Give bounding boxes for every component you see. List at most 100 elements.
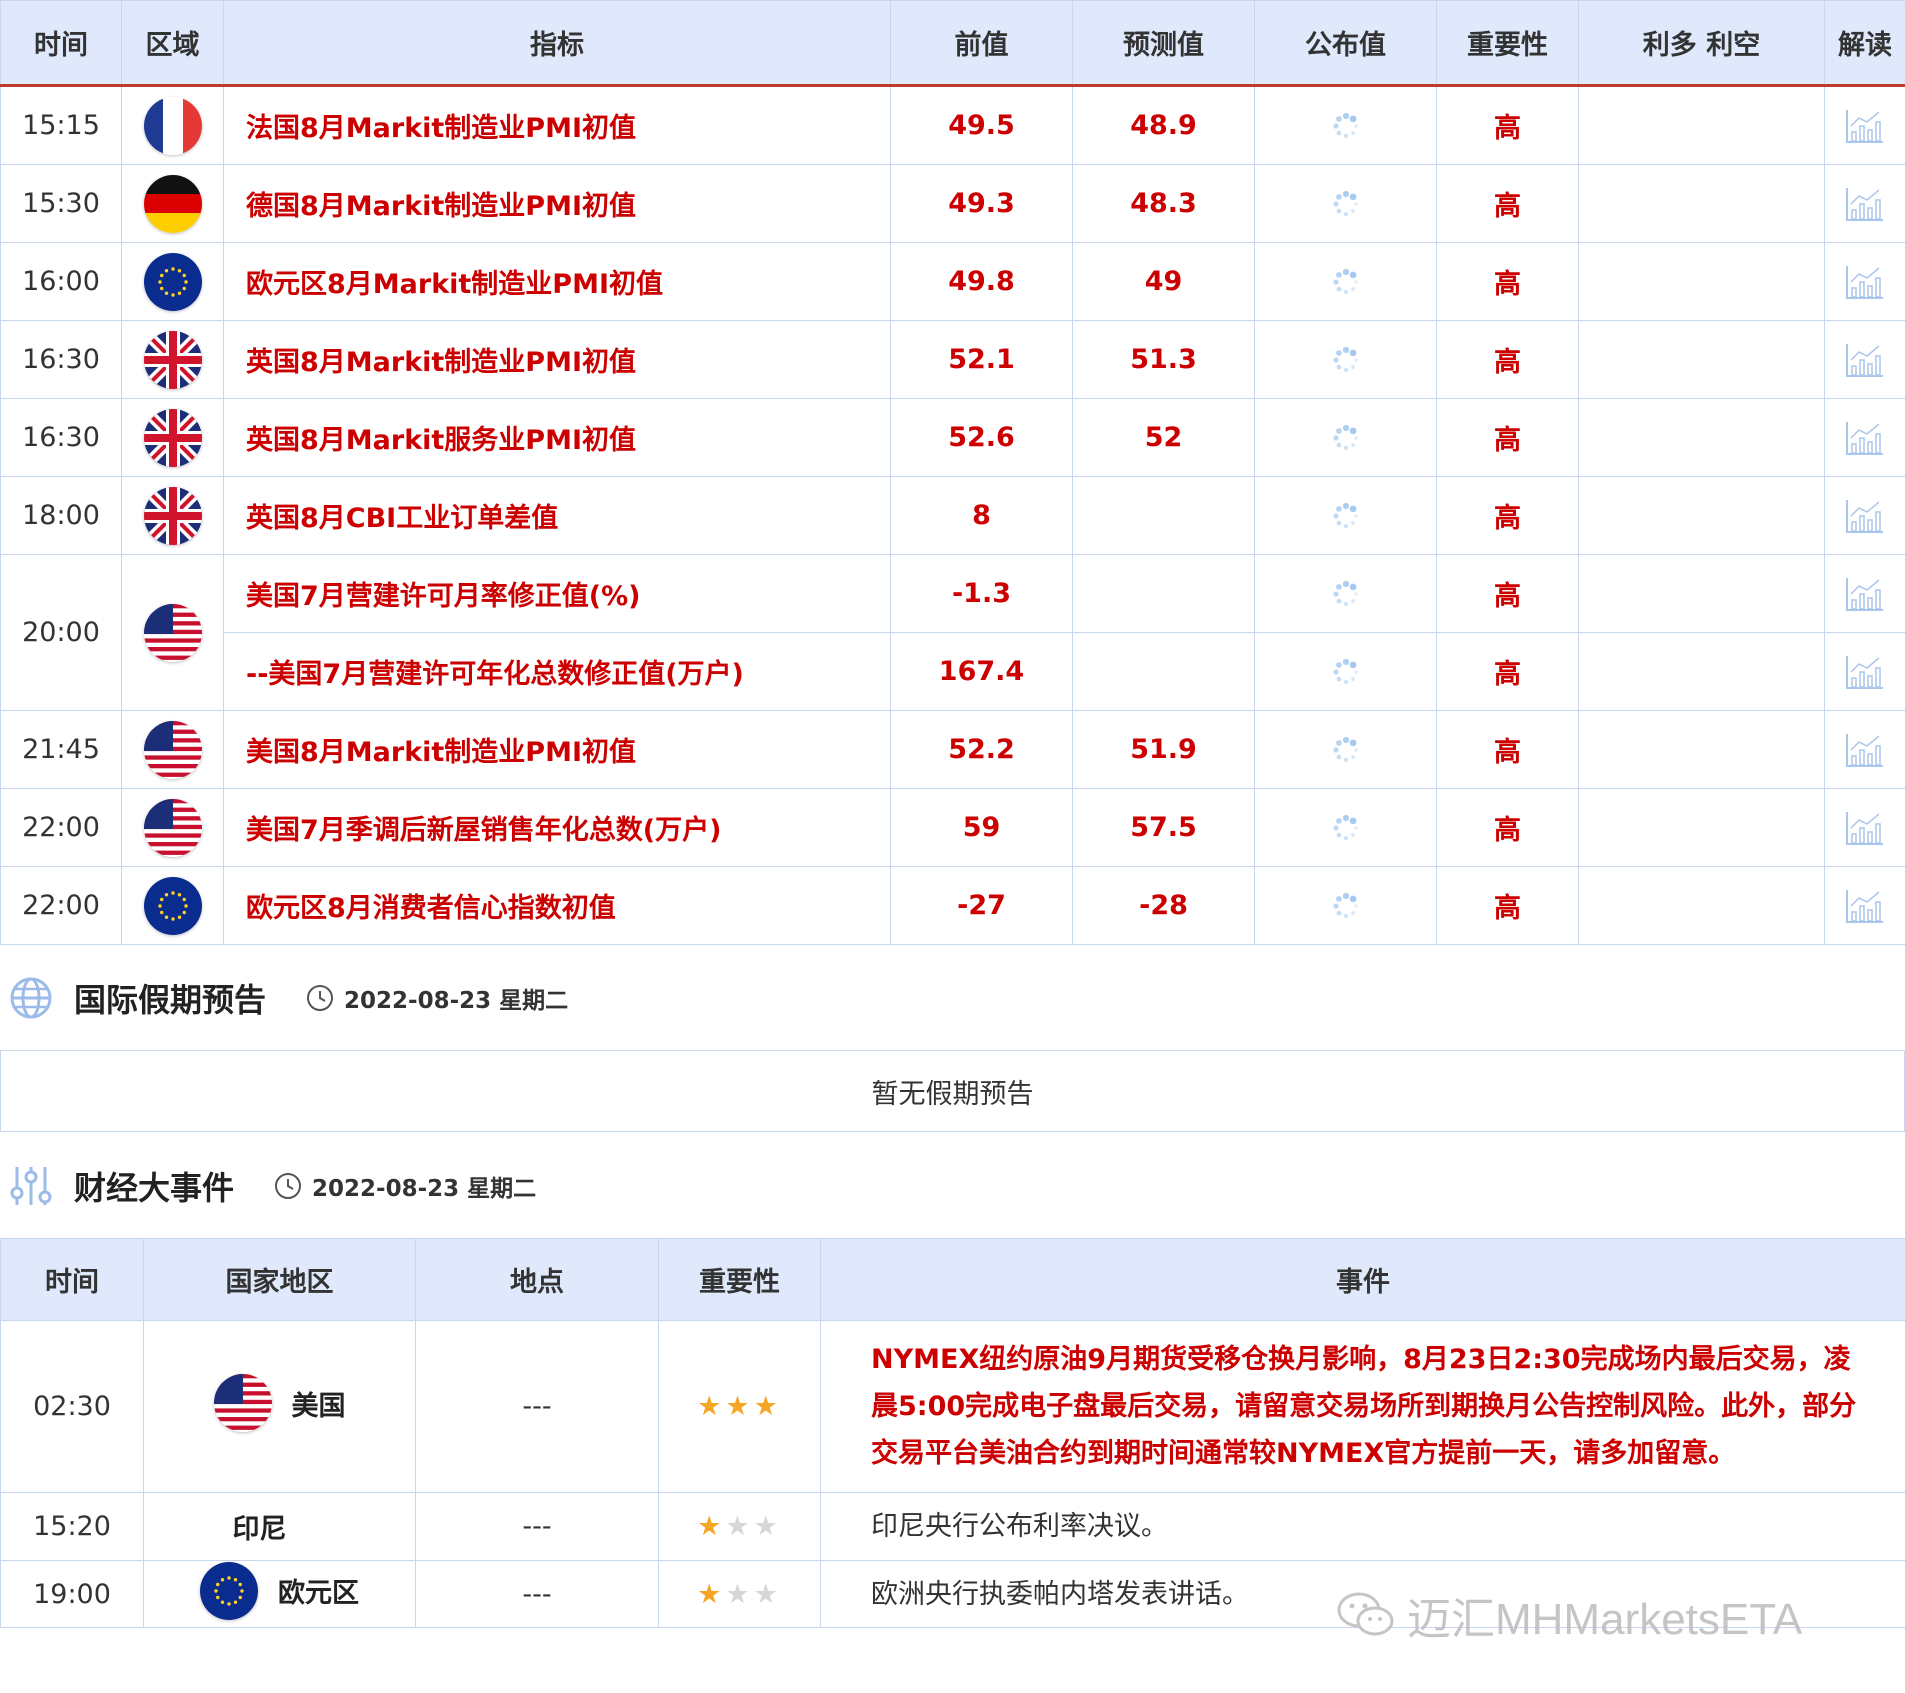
chart-analysis-icon[interactable] bbox=[1845, 889, 1885, 923]
row-forecast: 51.9 bbox=[1072, 710, 1255, 789]
row-indicator[interactable]: 美国8月Markit制造业PMI初值 bbox=[223, 710, 891, 789]
row-previous: 49.8 bbox=[890, 242, 1073, 321]
row-actual bbox=[1254, 476, 1437, 555]
row-time: 15:30 bbox=[0, 164, 122, 243]
row-previous: 8 bbox=[890, 476, 1073, 555]
event-description: 印尼央行公布利率决议。 bbox=[820, 1492, 1905, 1561]
chart-analysis-icon[interactable] bbox=[1845, 733, 1885, 767]
holiday-date: 2022-08-23 星期二 bbox=[344, 988, 569, 1014]
row-analysis[interactable] bbox=[1824, 788, 1905, 867]
row-analysis[interactable] bbox=[1824, 866, 1905, 945]
row-analysis[interactable] bbox=[1824, 242, 1905, 321]
flag-us-icon bbox=[143, 603, 202, 662]
row-time: 16:00 bbox=[0, 242, 122, 321]
row-analysis[interactable] bbox=[1824, 164, 1905, 243]
loading-spinner-icon bbox=[1331, 188, 1361, 219]
flag-eu-icon bbox=[143, 252, 202, 311]
calendar-row: 16:30 英国8月Markit服务业PMI初值 52.6 52 高 bbox=[0, 398, 1905, 477]
col-header-region: 区域 bbox=[121, 0, 224, 87]
row-impact bbox=[1578, 632, 1825, 711]
event-country-cell: 美国 bbox=[143, 1320, 416, 1493]
row-forecast: 49 bbox=[1072, 242, 1255, 321]
chart-analysis-icon[interactable] bbox=[1845, 187, 1885, 221]
row-time: 16:30 bbox=[0, 320, 122, 399]
loading-spinner-icon bbox=[1331, 500, 1361, 531]
row-time: 21:45 bbox=[0, 710, 122, 789]
event-place: --- bbox=[415, 1560, 659, 1628]
row-actual bbox=[1254, 242, 1437, 321]
col-header-analysis: 解读 bbox=[1824, 0, 1905, 87]
row-indicator[interactable]: --美国7月营建许可年化总数修正值(万户) bbox=[223, 632, 891, 711]
col-header-previous: 前值 bbox=[890, 0, 1073, 87]
row-actual bbox=[1254, 554, 1437, 633]
no-holiday-notice: 暂无假期预告 bbox=[0, 1050, 1905, 1132]
events-section-header: 财经大事件 2022-08-23 星期二 bbox=[0, 1156, 536, 1216]
chart-analysis-icon[interactable] bbox=[1845, 655, 1885, 689]
row-analysis[interactable] bbox=[1824, 85, 1905, 165]
row-analysis[interactable] bbox=[1824, 632, 1905, 711]
chart-analysis-icon[interactable] bbox=[1845, 421, 1885, 455]
row-forecast bbox=[1072, 554, 1255, 633]
row-time: 18:00 bbox=[0, 476, 122, 555]
row-impact bbox=[1578, 866, 1825, 945]
row-indicator[interactable]: 英国8月Markit制造业PMI初值 bbox=[223, 320, 891, 399]
row-indicator[interactable]: 英国8月Markit服务业PMI初值 bbox=[223, 398, 891, 477]
calendar-row: 16:00 欧元区8月Markit制造业PMI初值 49.8 49 高 bbox=[0, 242, 1905, 321]
flag-eu-icon bbox=[143, 876, 202, 935]
row-indicator[interactable]: 德国8月Markit制造业PMI初值 bbox=[223, 164, 891, 243]
row-analysis[interactable] bbox=[1824, 710, 1905, 789]
chart-analysis-icon[interactable] bbox=[1845, 499, 1885, 533]
row-indicator[interactable]: 法国8月Markit制造业PMI初值 bbox=[223, 85, 891, 165]
row-previous: -27 bbox=[890, 866, 1073, 945]
chart-analysis-icon[interactable] bbox=[1845, 109, 1885, 143]
row-indicator[interactable]: 英国8月CBI工业订单差值 bbox=[223, 476, 891, 555]
events-header-row: 时间 国家地区 地点 重要性 事件 bbox=[0, 1238, 1905, 1321]
row-indicator[interactable]: 美国7月营建许可月率修正值(%) bbox=[223, 554, 891, 633]
row-importance: 高 bbox=[1436, 85, 1579, 165]
row-forecast: 57.5 bbox=[1072, 788, 1255, 867]
financial-events-table: 时间 国家地区 地点 重要性 事件 02:30 美国 --- ★★★ NYMEX纽约原油… bbox=[0, 1238, 1905, 1628]
row-time: 20:00 bbox=[0, 554, 122, 711]
row-actual bbox=[1254, 632, 1437, 711]
row-previous: 59 bbox=[890, 788, 1073, 867]
row-actual bbox=[1254, 85, 1437, 165]
row-analysis[interactable] bbox=[1824, 476, 1905, 555]
star-empty-icon: ★ bbox=[725, 1511, 754, 1542]
row-importance: 高 bbox=[1436, 632, 1579, 711]
row-indicator[interactable]: 美国7月季调后新屋销售年化总数(万户) bbox=[223, 788, 891, 867]
chart-analysis-icon[interactable] bbox=[1845, 811, 1885, 845]
col-header-time: 时间 bbox=[0, 0, 122, 87]
event-description: NYMEX纽约原油9月期货受移仓换月影响，8月23日2:30完成场内最后交易，凌… bbox=[820, 1320, 1905, 1493]
wechat-icon bbox=[1337, 1592, 1394, 1636]
event-importance-stars: ★★★ bbox=[658, 1560, 821, 1628]
row-analysis[interactable] bbox=[1824, 320, 1905, 399]
clock-icon bbox=[275, 1173, 302, 1199]
chart-analysis-icon[interactable] bbox=[1845, 265, 1885, 299]
row-impact bbox=[1578, 476, 1825, 555]
row-importance: 高 bbox=[1436, 398, 1579, 477]
event-place: --- bbox=[415, 1320, 659, 1493]
row-analysis[interactable] bbox=[1824, 398, 1905, 477]
row-indicator[interactable]: 欧元区8月Markit制造业PMI初值 bbox=[223, 242, 891, 321]
chart-analysis-icon[interactable] bbox=[1845, 577, 1885, 611]
row-forecast: 52 bbox=[1072, 398, 1255, 477]
chart-analysis-icon[interactable] bbox=[1845, 343, 1885, 377]
event-time: 19:00 bbox=[0, 1560, 144, 1628]
star-empty-icon: ★ bbox=[725, 1578, 754, 1610]
col-header-place: 地点 bbox=[415, 1238, 659, 1321]
row-region bbox=[121, 476, 224, 555]
row-impact bbox=[1578, 710, 1825, 789]
flag-us-icon bbox=[143, 798, 202, 857]
row-forecast: 51.3 bbox=[1072, 320, 1255, 399]
row-actual bbox=[1254, 398, 1437, 477]
star-filled-icon: ★ bbox=[697, 1511, 726, 1542]
event-row: 15:20 印尼 --- ★★★ 印尼央行公布利率决议。 bbox=[0, 1492, 1905, 1561]
loading-spinner-icon bbox=[1331, 110, 1361, 141]
loading-spinner-icon bbox=[1331, 890, 1361, 921]
calendar-header-row: 时间 区域 指标 前值 预测值 公布值 重要性 利多 利空 解读 bbox=[0, 0, 1905, 87]
calendar-row: 20:00 美国7月营建许可月率修正值(%) -1.3 高 bbox=[0, 554, 1905, 711]
row-forecast: 48.3 bbox=[1072, 164, 1255, 243]
flag-us-icon bbox=[143, 720, 202, 779]
row-indicator[interactable]: 欧元区8月消费者信心指数初值 bbox=[223, 866, 891, 945]
row-analysis[interactable] bbox=[1824, 554, 1905, 633]
